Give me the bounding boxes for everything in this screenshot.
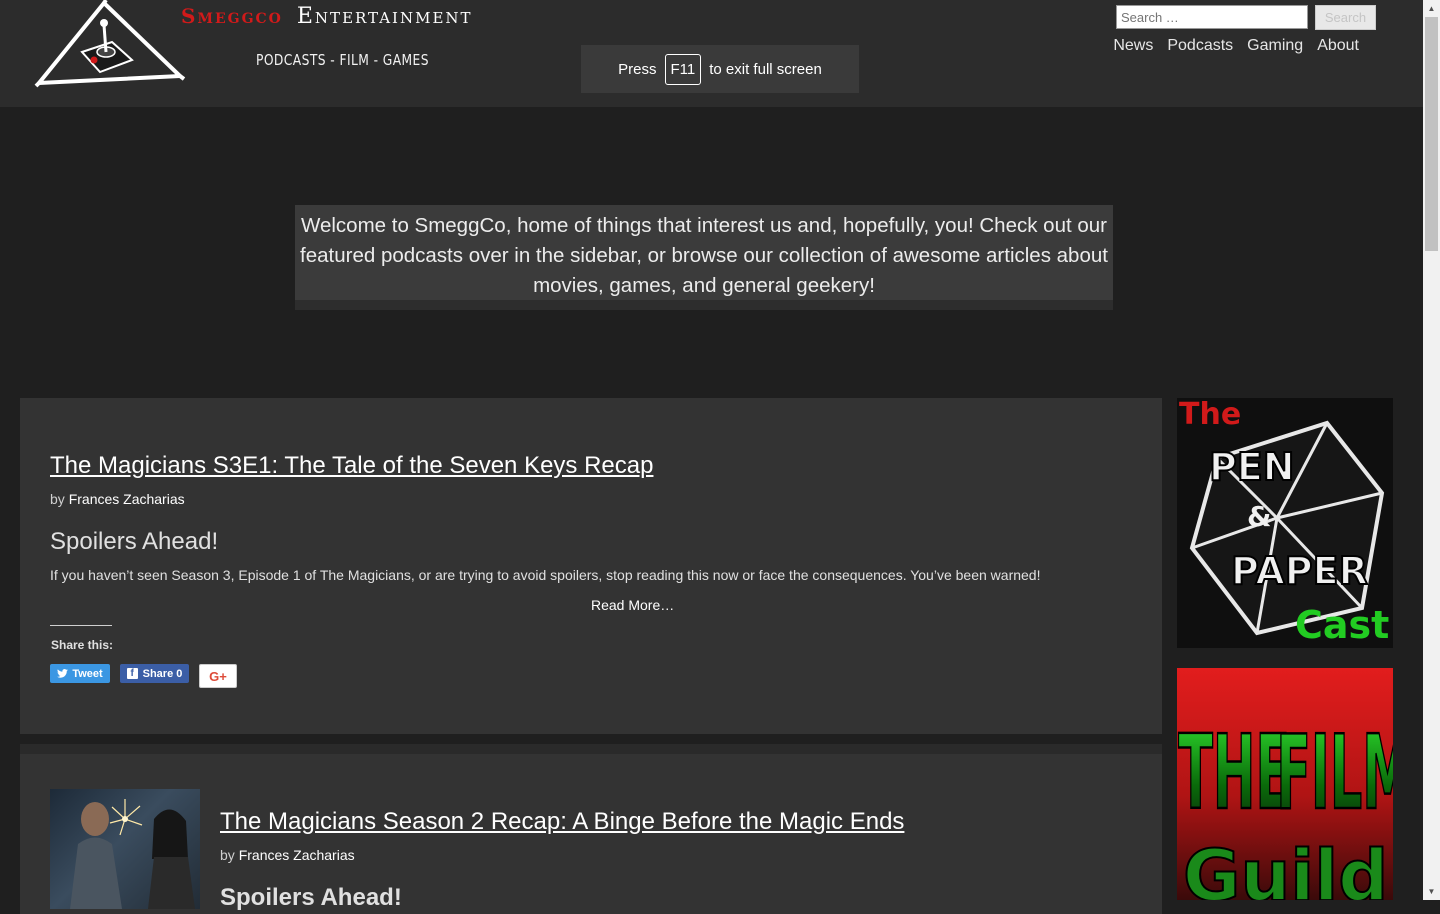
site-header: Smeggco Entertainment PODCASTS - FILM - G… (0, 0, 1423, 107)
scroll-down-arrow-icon[interactable]: ▼ (1423, 883, 1440, 900)
post-card: The Magicians S3E1: The Tale of the Seve… (20, 398, 1162, 734)
facebook-icon: f (126, 668, 138, 679)
spoiler-heading: Spoilers Ahead! (50, 528, 219, 555)
site-tagline: PODCASTS - FILM - GAMES (256, 51, 429, 69)
post-separator (20, 744, 1162, 754)
facebook-share-button[interactable]: f Share 0 (120, 664, 189, 683)
post-title-link[interactable]: The Magicians S3E1: The Tale of the Seve… (50, 452, 653, 480)
post-thumbnail-image[interactable] (50, 789, 200, 909)
spoiler-heading: Spoilers Ahead! (220, 884, 402, 911)
scrollbar-thumb[interactable] (1425, 17, 1438, 251)
brand-name-white: Entertainment (296, 4, 473, 29)
pen-paper-dice-artwork: The PEN & PAPER Cast (1177, 398, 1393, 648)
f11-key-badge: F11 (664, 53, 702, 85)
tweet-label: Tweet (72, 667, 103, 680)
welcome-banner: Welcome to SmeggCo, home of things that … (295, 205, 1113, 310)
nav-podcasts[interactable]: Podcasts (1167, 37, 1233, 55)
brand-name-red: Smeggco (181, 4, 283, 28)
google-plus-button[interactable]: G+ (199, 664, 237, 688)
share-label: Share this: (51, 638, 114, 652)
author-link[interactable]: Frances Zacharias (239, 847, 355, 863)
byline-by: by (220, 847, 235, 863)
logo-joystick-triangle-icon[interactable] (34, 0, 186, 90)
film-guild-guild: Guild (1183, 835, 1388, 900)
nav-news[interactable]: News (1113, 37, 1153, 55)
pen-paper-ampersand: & (1247, 500, 1271, 533)
byline-by: by (50, 491, 65, 507)
magicians-thumbnail-icon (70, 799, 195, 909)
pen-paper-paper: PAPER (1231, 549, 1368, 593)
post-title-link[interactable]: The Magicians Season 2 Recap: A Binge Be… (220, 808, 904, 836)
pen-and-paper-cast-banner[interactable]: The PEN & PAPER Cast (1177, 398, 1393, 648)
twitter-bird-icon (57, 669, 69, 678)
post-excerpt: If you haven’t seen Season 3, Episode 1 … (50, 567, 1041, 583)
pen-paper-cast: Cast (1295, 603, 1389, 647)
share-divider (50, 625, 112, 626)
film-guild-the: THE (1178, 714, 1290, 833)
film-guild-film: FILM (1276, 714, 1393, 833)
post-card: The Magicians Season 2 Recap: A Binge Be… (20, 754, 1162, 914)
search-input[interactable] (1116, 5, 1308, 29)
site-brand[interactable]: Smeggco Entertainment (181, 4, 473, 29)
film-guild-banner[interactable]: THE FILM Guild (1177, 668, 1393, 900)
post-byline: by Frances Zacharias (220, 847, 355, 863)
nav-about[interactable]: About (1317, 37, 1359, 55)
read-more-link[interactable]: Read More… (591, 597, 674, 613)
main-nav: News Podcasts Gaming About (1113, 37, 1359, 55)
post-byline: by Frances Zacharias (50, 491, 185, 507)
tweet-button[interactable]: Tweet (50, 664, 110, 683)
nav-gaming[interactable]: Gaming (1247, 37, 1303, 55)
film-guild-artwork: THE FILM Guild (1177, 668, 1393, 900)
search-button[interactable]: Search (1315, 5, 1376, 30)
pen-paper-pen: PEN (1209, 445, 1295, 489)
facebook-share-label: Share 0 (142, 667, 183, 680)
scroll-up-arrow-icon[interactable]: ▲ (1423, 0, 1440, 17)
page-scrollbar[interactable]: ▲ ▼ (1423, 0, 1440, 900)
pen-paper-the: The (1179, 398, 1241, 432)
author-link[interactable]: Frances Zacharias (69, 491, 185, 507)
fullscreen-exit-notice: Press F11 to exit full screen (581, 45, 859, 93)
fullscreen-rest-text: to exit full screen (709, 60, 822, 78)
fullscreen-press-text: Press (618, 60, 657, 78)
welcome-banner-footer (295, 300, 1113, 310)
